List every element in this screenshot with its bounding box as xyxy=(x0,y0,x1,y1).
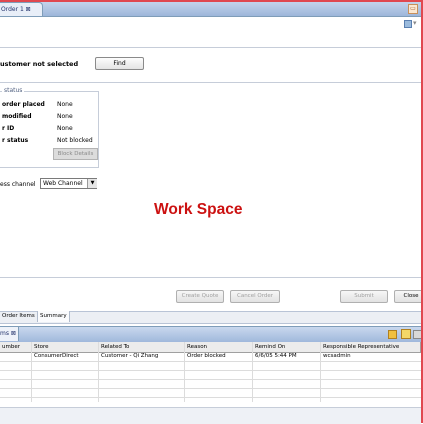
status-bar xyxy=(0,407,421,424)
order-status-value: Not blocked xyxy=(57,137,93,144)
order-status-label: r status xyxy=(2,137,29,144)
column-header-remind-on[interactable]: Remind On xyxy=(253,342,321,352)
view-menu-icon[interactable]: ▾ xyxy=(413,19,417,27)
order-placed-label: order placed xyxy=(2,101,45,108)
editor-tab-order[interactable]: Order 1 ⊠ xyxy=(0,2,43,16)
table-cell xyxy=(0,352,32,361)
block-details-button[interactable]: Block Details xyxy=(53,148,98,160)
maximize-icon[interactable]: ▭ xyxy=(408,4,418,14)
table-cell: Order blocked xyxy=(187,353,226,359)
toolbar-action-icon[interactable] xyxy=(404,20,412,28)
view-folder-icon[interactable] xyxy=(401,329,411,339)
view-menu-icon[interactable] xyxy=(413,330,422,339)
table-column-divider xyxy=(31,342,32,402)
create-quote-button[interactable]: Create Quote xyxy=(176,290,224,303)
submit-button[interactable]: Submit xyxy=(340,290,388,303)
business-channel-label: ess channel xyxy=(0,181,36,188)
order-status-legend: status xyxy=(2,87,25,94)
table-row-divider xyxy=(0,397,421,398)
section-divider xyxy=(0,277,421,278)
table-cell: wcsadmin xyxy=(323,353,351,359)
close-button[interactable]: Close xyxy=(394,290,423,303)
section-divider xyxy=(0,82,421,83)
editor-toolbar xyxy=(0,17,421,31)
table-column-divider xyxy=(98,342,99,402)
cancel-order-button[interactable]: Cancel Order xyxy=(230,290,280,303)
table-cell: 6/6/05 5:44 PM xyxy=(255,353,297,359)
column-header-number[interactable]: umber xyxy=(0,342,32,352)
order-id-label: r ID xyxy=(2,125,15,132)
table-row-divider xyxy=(0,379,421,380)
order-placed-value: None xyxy=(57,101,73,108)
modified-value: None xyxy=(57,113,73,120)
column-header-reason[interactable]: Reason xyxy=(185,342,253,352)
view-tab-items[interactable]: ms ⊠ xyxy=(0,327,19,341)
view-action-icon[interactable] xyxy=(388,330,397,339)
table-column-divider xyxy=(184,342,185,402)
customer-status-label: ustomer not selected xyxy=(0,60,79,68)
column-header-responsible-representative[interactable]: Responsible Representative xyxy=(321,342,421,352)
tab-order-items[interactable]: Order Items xyxy=(0,311,38,322)
column-header-store[interactable]: Store xyxy=(32,342,99,352)
editor-tab-label: Order 1 ⊠ xyxy=(1,6,31,13)
find-customer-button[interactable]: Find xyxy=(95,57,144,70)
table-column-divider xyxy=(252,342,253,402)
table-cell: ConsumerDirect xyxy=(34,353,79,359)
table-row-divider xyxy=(0,388,421,389)
table-row-divider xyxy=(0,370,421,371)
chevron-down-icon[interactable]: ▼ xyxy=(87,179,97,188)
table-column-divider xyxy=(320,342,321,402)
modified-label: modified xyxy=(2,113,32,120)
view-tab-bar xyxy=(0,326,421,343)
order-id-value: None xyxy=(57,125,73,132)
section-divider xyxy=(0,47,421,48)
editor-tab-bar xyxy=(0,0,421,17)
tab-summary[interactable]: Summary xyxy=(38,311,70,322)
table-row-divider xyxy=(0,361,421,362)
workspace-annotation: Work Space xyxy=(154,201,243,218)
table-cell: Customer - Qi Zhang xyxy=(101,353,159,359)
column-header-related-to[interactable]: Related To xyxy=(99,342,185,352)
